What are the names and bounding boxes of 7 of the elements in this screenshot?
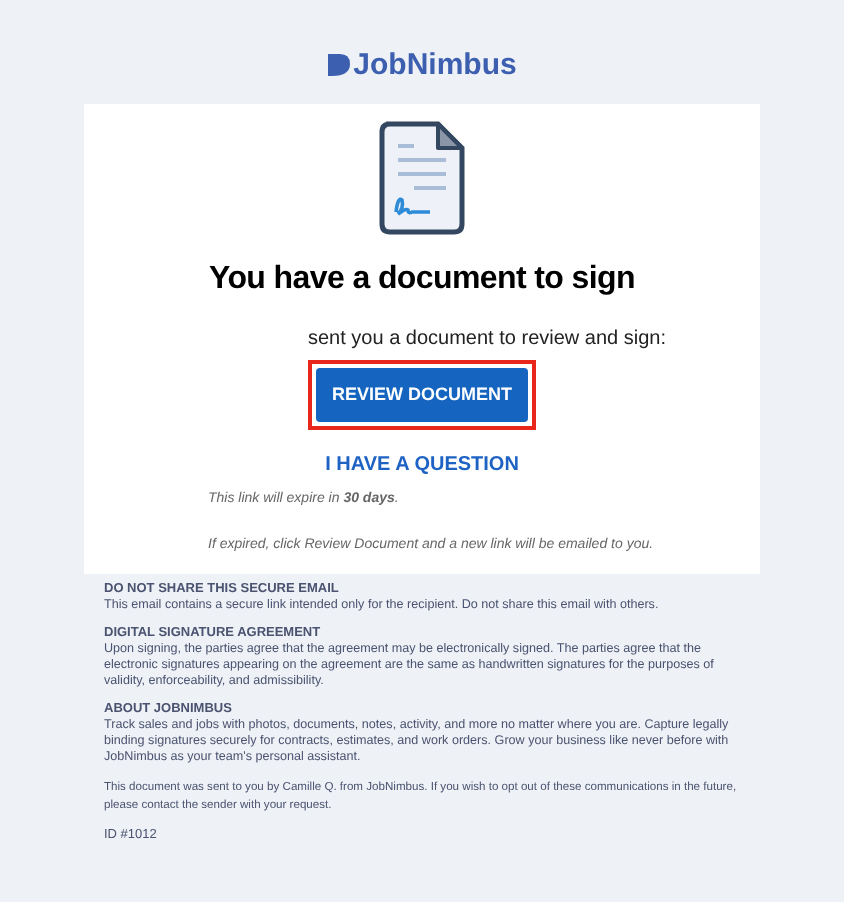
question-link[interactable]: I HAVE A QUESTION [325, 450, 519, 481]
document-icon [378, 120, 466, 236]
logo-icon [327, 53, 350, 75]
title: You have a document to sign [209, 260, 635, 300]
intro-text: sent you a document to review and sign: [306, 326, 668, 354]
review-document-button[interactable]: REVIEW DOCUMENT [316, 368, 528, 423]
logo-text: JobNimbus [353, 49, 517, 79]
